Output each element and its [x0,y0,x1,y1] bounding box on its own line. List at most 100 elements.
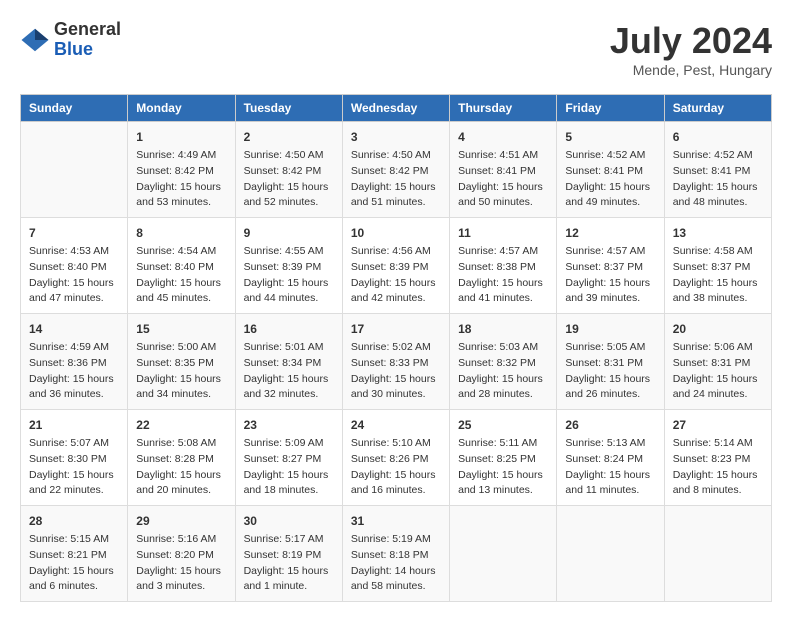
day-number: 26 [565,416,655,434]
cell-sunset: Sunset: 8:20 PM [136,549,214,561]
day-number: 27 [673,416,763,434]
day-number: 15 [136,320,226,338]
cell-daylight: Daylight: 15 hours and 8 minutes. [673,469,758,497]
cell-sunrise: Sunrise: 4:59 AM [29,341,109,353]
cell-sunset: Sunset: 8:39 PM [244,261,322,273]
subtitle: Mende, Pest, Hungary [610,62,772,78]
cell-daylight: Daylight: 15 hours and 53 minutes. [136,181,221,209]
page-header: General Blue July 2024 Mende, Pest, Hung… [20,20,772,78]
day-number: 29 [136,512,226,530]
calendar-cell: 13Sunrise: 4:58 AMSunset: 8:37 PMDayligh… [664,218,771,314]
cell-sunrise: Sunrise: 4:55 AM [244,245,324,257]
calendar-cell: 11Sunrise: 4:57 AMSunset: 8:38 PMDayligh… [450,218,557,314]
cell-sunrise: Sunrise: 5:13 AM [565,437,645,449]
cell-sunrise: Sunrise: 5:06 AM [673,341,753,353]
cell-sunset: Sunset: 8:37 PM [565,261,643,273]
cell-daylight: Daylight: 15 hours and 34 minutes. [136,373,221,401]
cell-sunrise: Sunrise: 5:11 AM [458,437,537,449]
cell-sunrise: Sunrise: 4:58 AM [673,245,753,257]
calendar-cell [450,506,557,602]
cell-sunset: Sunset: 8:23 PM [673,453,751,465]
cell-sunrise: Sunrise: 4:49 AM [136,149,216,161]
calendar-cell: 1Sunrise: 4:49 AMSunset: 8:42 PMDaylight… [128,122,235,218]
cell-sunset: Sunset: 8:33 PM [351,357,429,369]
cell-daylight: Daylight: 15 hours and 30 minutes. [351,373,436,401]
header-sunday: Sunday [21,95,128,122]
cell-sunrise: Sunrise: 5:14 AM [673,437,753,449]
cell-sunrise: Sunrise: 5:07 AM [29,437,109,449]
cell-sunrise: Sunrise: 4:52 AM [565,149,645,161]
logo-icon [20,25,50,55]
calendar-cell: 16Sunrise: 5:01 AMSunset: 8:34 PMDayligh… [235,314,342,410]
cell-sunset: Sunset: 8:41 PM [458,165,536,177]
cell-sunrise: Sunrise: 4:50 AM [351,149,431,161]
calendar-cell: 20 Sunrise: 5:06 AM Sunset: 8:31 PM Dayligh… [664,314,771,410]
cell-sunset: Sunset: 8:38 PM [458,261,536,273]
calendar-cell: 4Sunrise: 4:51 AMSunset: 8:41 PMDaylight… [450,122,557,218]
day-number: 4 [458,128,548,146]
calendar-cell: 9 Sunrise: 4:55 AM Sunset: 8:39 PM Daylight… [235,218,342,314]
day-number: 28 [29,512,119,530]
logo-blue: Blue [54,40,121,60]
cell-sunset: Sunset: 8:39 PM [351,261,429,273]
cell-sunrise: Sunrise: 4:57 AM [565,245,645,257]
cell-sunset: Sunset: 8:42 PM [351,165,429,177]
cell-daylight: Daylight: 15 hours and 36 minutes. [29,373,114,401]
calendar-cell [664,506,771,602]
cell-daylight: Daylight: 15 hours and 44 minutes. [244,277,329,305]
calendar-cell: 17Sunrise: 5:02 AMSunset: 8:33 PMDayligh… [342,314,449,410]
calendar-cell: 7Sunrise: 4:53 AMSunset: 8:40 PMDaylight… [21,218,128,314]
cell-sunset: Sunset: 8:31 PM [673,357,751,369]
day-number: 13 [673,224,763,242]
day-number: 6 [673,128,763,146]
cell-sunset: Sunset: 8:34 PM [244,357,322,369]
day-number: 7 [29,224,119,242]
cell-sunset: Sunset: 8:19 PM [244,549,322,561]
week-row-2: 14Sunrise: 4:59 AMSunset: 8:36 PMDayligh… [21,314,772,410]
logo: General Blue [20,20,121,60]
calendar-cell [21,122,128,218]
calendar-cell [557,506,664,602]
cell-sunset: Sunset: 8:24 PM [565,453,643,465]
cell-daylight: Daylight: 15 hours and 6 minutes. [29,565,114,593]
cell-daylight: Daylight: 15 hours and 52 minutes. [244,181,329,209]
cell-daylight: Daylight: 15 hours and 38 minutes. [673,277,758,305]
cell-sunset: Sunset: 8:18 PM [351,549,429,561]
calendar-cell: 26Sunrise: 5:13 AMSunset: 8:24 PMDayligh… [557,410,664,506]
cell-daylight: Daylight: 15 hours and 26 minutes. [565,373,650,401]
week-row-1: 7Sunrise: 4:53 AMSunset: 8:40 PMDaylight… [21,218,772,314]
day-number: 20 [673,320,763,338]
day-number: 24 [351,416,441,434]
header-saturday: Saturday [664,95,771,122]
calendar-cell: 23Sunrise: 5:09 AMSunset: 8:27 PMDayligh… [235,410,342,506]
calendar-cell: 28Sunrise: 5:15 AMSunset: 8:21 PMDayligh… [21,506,128,602]
cell-sunset: Sunset: 8:41 PM [673,165,751,177]
cell-sunset: Sunset: 8:41 PM [565,165,643,177]
day-number: 9 [244,224,334,242]
cell-sunrise: Sunrise: 4:56 AM [351,245,431,257]
cell-daylight: Daylight: 15 hours and 45 minutes. [136,277,221,305]
cell-sunrise: Sunrise: 4:57 AM [458,245,538,257]
logo-text: General Blue [54,20,121,60]
cell-sunset: Sunset: 8:36 PM [29,357,107,369]
day-number: 25 [458,416,548,434]
day-number: 23 [244,416,334,434]
calendar-cell: 2Sunrise: 4:50 AMSunset: 8:42 PMDaylight… [235,122,342,218]
header-monday: Monday [128,95,235,122]
cell-sunset: Sunset: 8:40 PM [136,261,214,273]
day-number: 2 [244,128,334,146]
cell-daylight: Daylight: 15 hours and 42 minutes. [351,277,436,305]
cell-daylight: Daylight: 15 hours and 24 minutes. [673,373,758,401]
cell-sunset: Sunset: 8:35 PM [136,357,214,369]
cell-sunrise: Sunrise: 5:03 AM [458,341,538,353]
cell-sunset: Sunset: 8:42 PM [136,165,214,177]
cell-sunrise: Sunrise: 5:15 AM [29,533,109,545]
calendar-table: SundayMondayTuesdayWednesdayThursdayFrid… [20,94,772,602]
calendar-cell: 25Sunrise: 5:11 AMSunset: 8:25 PMDayligh… [450,410,557,506]
cell-daylight: Daylight: 15 hours and 39 minutes. [565,277,650,305]
cell-daylight: Daylight: 15 hours and 32 minutes. [244,373,329,401]
cell-sunset: Sunset: 8:32 PM [458,357,536,369]
cell-sunset: Sunset: 8:31 PM [565,357,643,369]
cell-daylight: Daylight: 14 hours and 58 minutes. [351,565,436,593]
cell-daylight: Daylight: 15 hours and 1 minute. [244,565,329,593]
